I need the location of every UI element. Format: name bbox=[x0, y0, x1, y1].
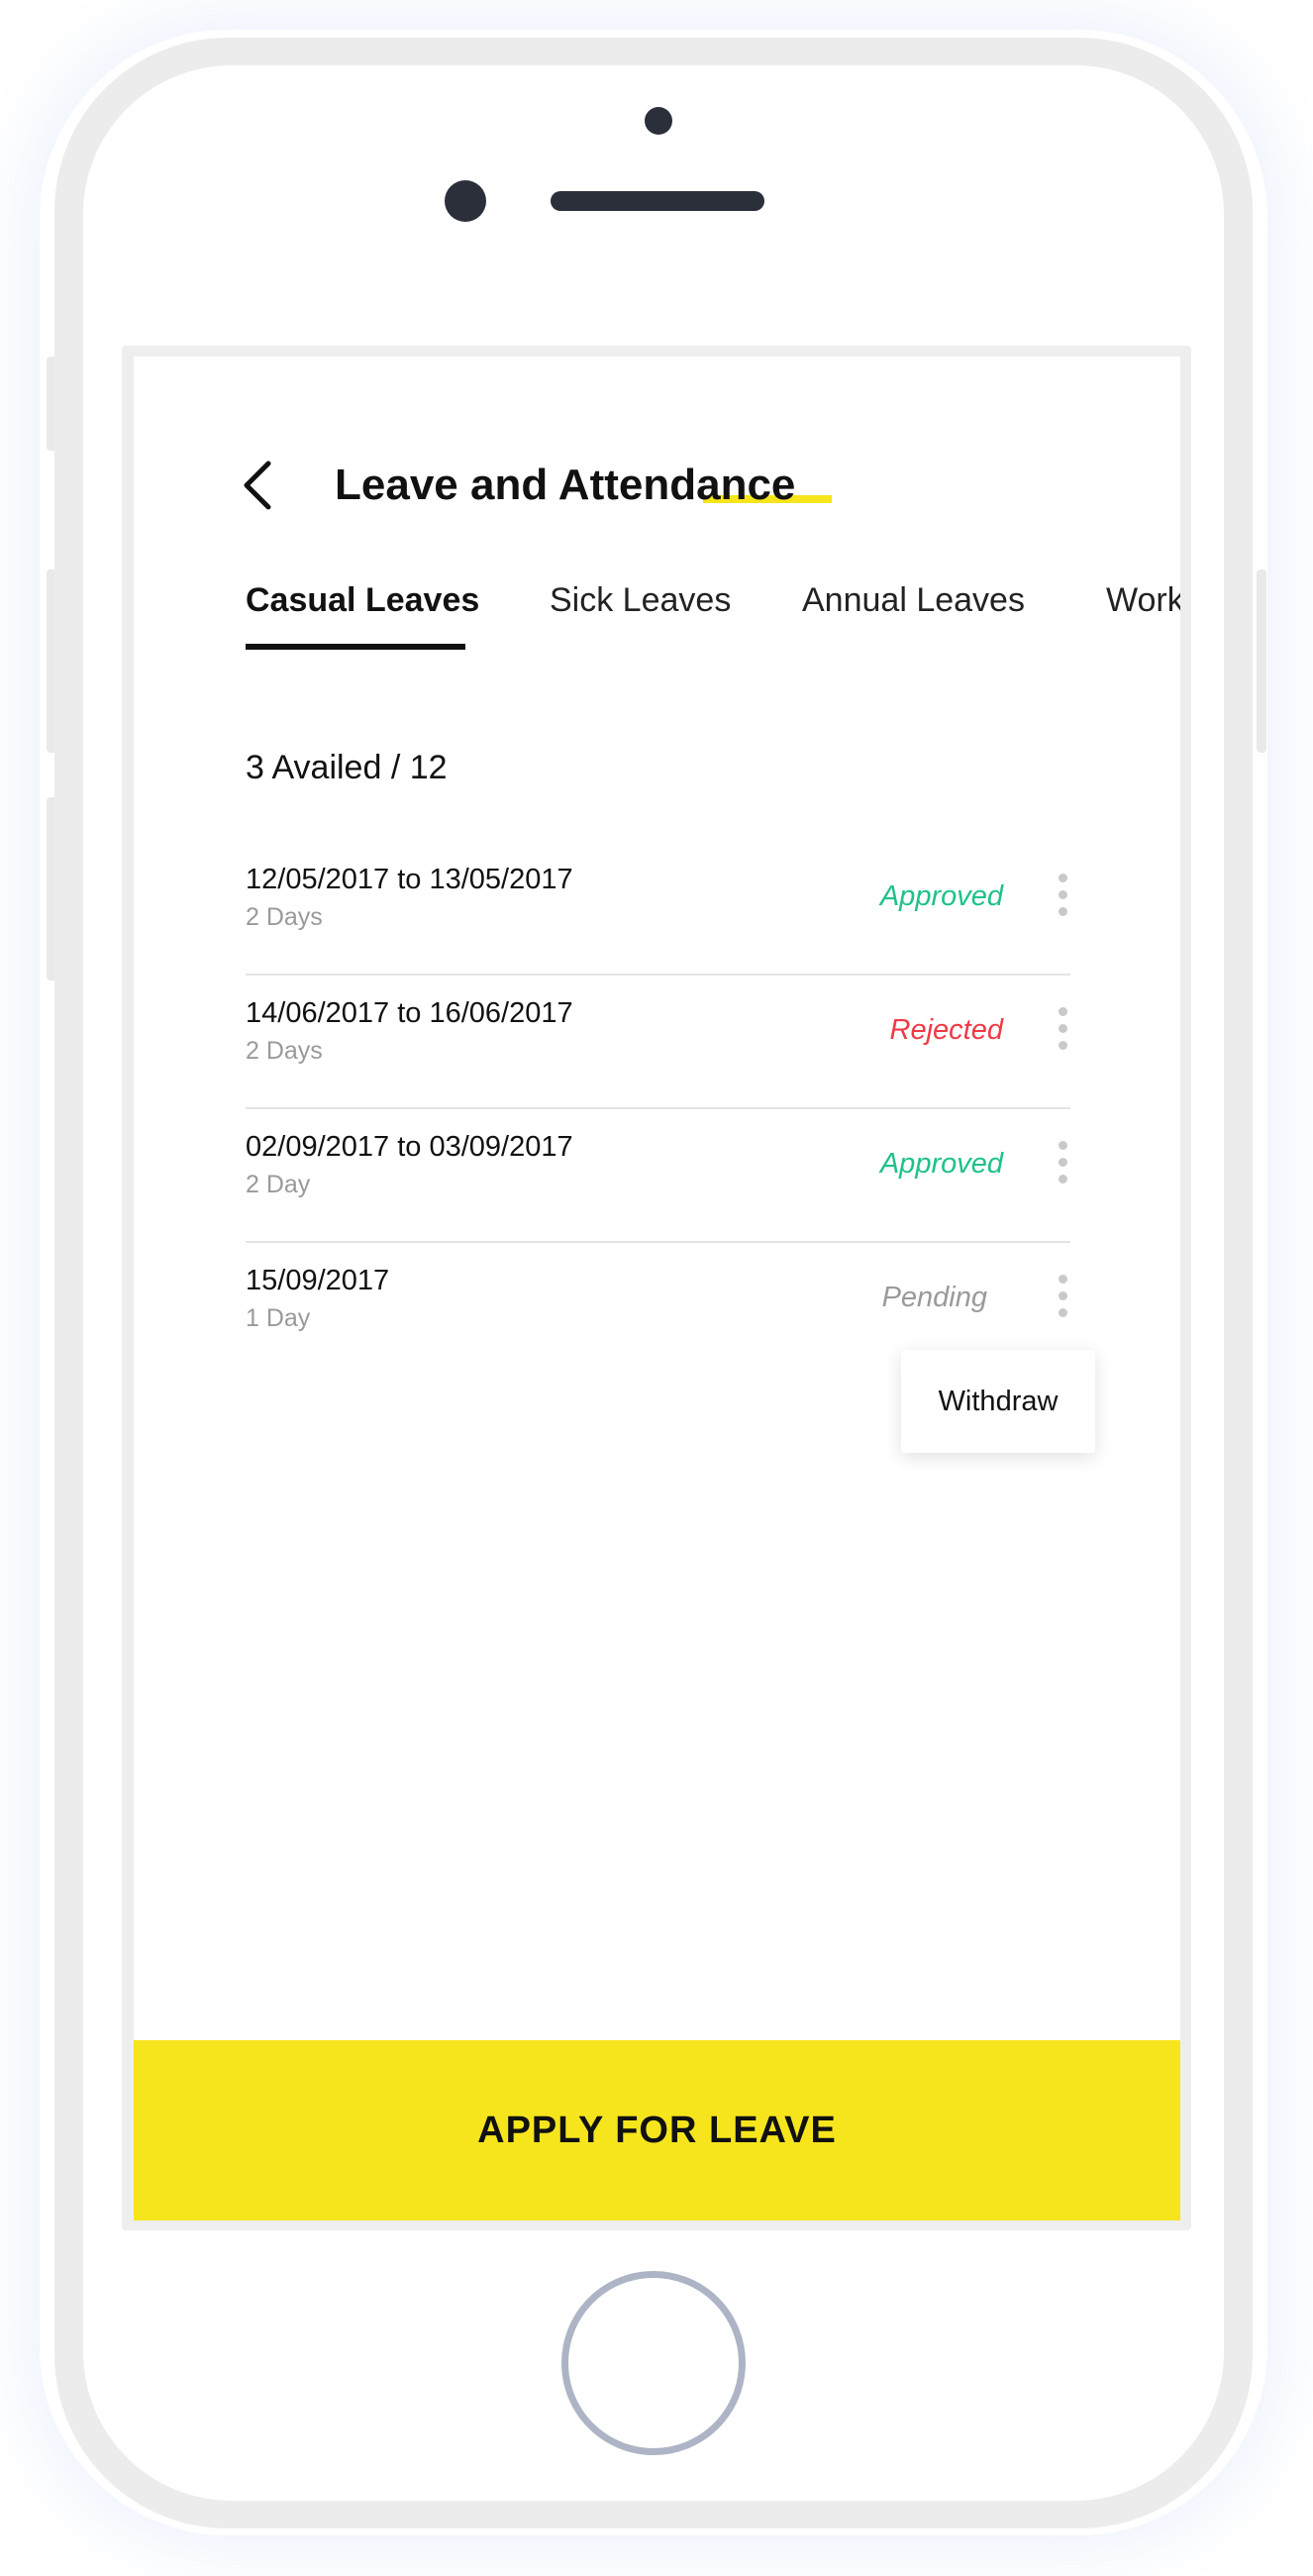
power-button bbox=[1257, 569, 1266, 753]
page-title: Leave and Attendance bbox=[335, 461, 796, 509]
leave-duration: 2 Days bbox=[246, 1037, 323, 1065]
tab-annual-leaves[interactable]: Annual Leaves bbox=[802, 574, 1025, 626]
leave-dates: 15/09/2017 bbox=[246, 1265, 390, 1296]
status-label: Approved bbox=[879, 880, 1003, 912]
camera-icon bbox=[645, 107, 672, 135]
front-camera-icon bbox=[445, 180, 486, 222]
leave-dates: 02/09/2017 to 03/09/2017 bbox=[246, 1131, 573, 1163]
withdraw-menu-item[interactable]: Withdraw bbox=[901, 1350, 1095, 1453]
mockup-stage: Leave and Attendance Casual Leaves Sick … bbox=[0, 0, 1313, 2576]
menu-arrow bbox=[1047, 1337, 1074, 1351]
leave-dates: 14/06/2017 to 16/06/2017 bbox=[246, 997, 573, 1029]
apply-for-leave-button[interactable]: APPLY FOR LEAVE bbox=[134, 2040, 1180, 2220]
leave-list: 12/05/2017 to 13/05/2017 2 Days Approved… bbox=[246, 842, 1070, 1377]
more-options-icon[interactable] bbox=[1055, 870, 1070, 919]
list-item: 12/05/2017 to 13/05/2017 2 Days Approved bbox=[246, 842, 1070, 976]
status-label: Approved bbox=[879, 1148, 1003, 1180]
chevron-left-icon bbox=[244, 461, 271, 510]
list-item: 14/06/2017 to 16/06/2017 2 Days Rejected bbox=[246, 976, 1070, 1109]
status-label: Pending bbox=[881, 1282, 987, 1313]
leave-duration: 1 Day bbox=[246, 1304, 311, 1332]
tab-casual-leaves[interactable]: Casual Leaves bbox=[246, 574, 479, 626]
leave-duration: 2 Days bbox=[246, 903, 323, 931]
row-options-menu: Withdraw bbox=[901, 1350, 1095, 1453]
speaker-grille bbox=[551, 191, 764, 211]
more-options-icon[interactable] bbox=[1055, 1137, 1070, 1186]
leave-duration: 2 Day bbox=[246, 1171, 311, 1198]
leave-dates: 12/05/2017 to 13/05/2017 bbox=[246, 864, 573, 895]
tab-work[interactable]: Work bbox=[1106, 574, 1180, 626]
status-label: Rejected bbox=[889, 1014, 1003, 1046]
list-item: 02/09/2017 to 03/09/2017 2 Day Approved bbox=[246, 1109, 1070, 1243]
app-screen: Leave and Attendance Casual Leaves Sick … bbox=[134, 357, 1180, 2220]
home-button bbox=[561, 2271, 746, 2455]
availed-summary: 3 Availed / 12 bbox=[246, 749, 448, 786]
more-options-icon[interactable] bbox=[1055, 1271, 1070, 1320]
active-tab-indicator bbox=[246, 644, 465, 650]
leave-type-tabs: Casual Leaves Sick Leaves Annual Leaves … bbox=[246, 574, 1180, 654]
back-button[interactable] bbox=[237, 456, 282, 515]
tab-sick-leaves[interactable]: Sick Leaves bbox=[550, 574, 731, 626]
more-options-icon[interactable] bbox=[1055, 1003, 1070, 1053]
